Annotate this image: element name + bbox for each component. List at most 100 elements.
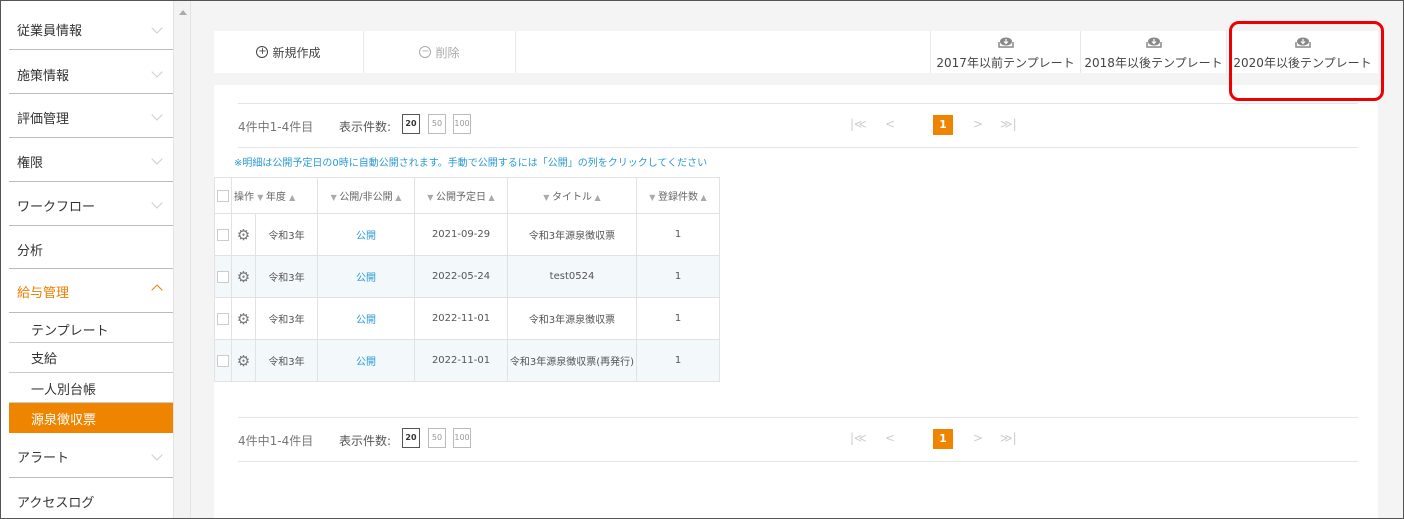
sidebar-subitem-ledger[interactable]: 一人別台帳 xyxy=(9,373,173,403)
template-2017-button[interactable]: 2017年以前テンプレート xyxy=(930,31,1080,73)
header-year[interactable]: 年度 xyxy=(266,192,286,203)
header-publish[interactable]: ▼ 公開/非公開 ▲ xyxy=(317,177,415,214)
page-size-100[interactable]: 100 xyxy=(453,114,471,134)
header-title[interactable]: ▼ タイトル ▲ xyxy=(507,177,637,214)
current-page[interactable]: 1 xyxy=(933,429,953,449)
sidebar-item-label: アクセスログ xyxy=(17,496,95,511)
sidebar-subitem-withholding[interactable]: 源泉徴収票 xyxy=(9,403,173,433)
select-all-checkbox[interactable] xyxy=(217,189,229,202)
sort-desc-icon[interactable]: ▼ xyxy=(257,193,266,202)
toolbar: + 新規作成 − 削除 2017年以前テンプレート 2018年以後テンプレート … xyxy=(214,31,1378,73)
first-page-button[interactable]: |≪ xyxy=(850,117,867,131)
header-op-year[interactable]: 操作 ▼ 年度 ▲ xyxy=(231,177,318,214)
sidebar-subitem-template[interactable]: テンプレート xyxy=(9,313,173,343)
sidebar-item-evaluation[interactable]: 評価管理 xyxy=(9,94,173,138)
sidebar-item-accesslog[interactable]: アクセスログ xyxy=(9,478,173,518)
next-page-button[interactable]: > xyxy=(973,431,983,445)
row-title[interactable]: test0524 xyxy=(507,255,637,298)
row-title[interactable]: 令和3年源泉徴収票 xyxy=(507,213,637,256)
gear-icon[interactable]: ⚙ xyxy=(237,352,250,370)
row-year: 令和3年 xyxy=(255,339,318,382)
sidebar-item-label: 権限 xyxy=(17,156,44,171)
row-count: 1 xyxy=(636,339,720,382)
publish-link[interactable]: 公開 xyxy=(356,357,376,368)
row-op-cell: ⚙ xyxy=(231,297,256,340)
row-checkbox[interactable] xyxy=(217,354,229,367)
sidebar-subitem-label: テンプレート xyxy=(31,324,109,339)
header-count[interactable]: ▼ 登録件数 ▲ xyxy=(636,177,720,214)
current-page[interactable]: 1 xyxy=(933,115,953,135)
row-publish-cell[interactable]: 公開 xyxy=(317,213,415,256)
template-2018-button[interactable]: 2018年以後テンプレート xyxy=(1080,31,1226,73)
page-size-20[interactable]: 20 xyxy=(402,114,420,134)
sort-desc-icon[interactable]: ▼ xyxy=(331,193,340,202)
download-tray-icon xyxy=(1145,37,1162,48)
prev-page-button[interactable]: < xyxy=(885,117,895,131)
pagination-bottom: 4件中1-4件目 表示件数: 20 50 100 |≪ < 1 > ≫| xyxy=(238,417,1358,462)
page-size-100[interactable]: 100 xyxy=(453,428,471,448)
row-count: 1 xyxy=(636,255,720,298)
gear-icon[interactable]: ⚙ xyxy=(237,226,250,244)
sidebar-item-alert[interactable]: アラート xyxy=(9,433,173,478)
prev-page-button[interactable]: < xyxy=(885,431,895,445)
row-publish-cell[interactable]: 公開 xyxy=(317,339,415,382)
publish-link[interactable]: 公開 xyxy=(356,315,376,326)
sidebar-item-permissions[interactable]: 権限 xyxy=(9,138,173,182)
sort-desc-icon[interactable]: ▼ xyxy=(649,193,658,202)
sidebar-item-label: ワークフロー xyxy=(17,200,96,215)
row-select-cell xyxy=(214,213,232,256)
first-page-button[interactable]: |≪ xyxy=(850,431,867,445)
row-op-cell: ⚙ xyxy=(231,213,256,256)
sidebar-item-payroll[interactable]: 給与管理 xyxy=(9,269,173,313)
row-checkbox[interactable] xyxy=(217,228,229,241)
sidebar-item-analysis[interactable]: 分析 xyxy=(9,226,173,269)
header-op: 操作 xyxy=(234,192,254,203)
row-publish-cell[interactable]: 公開 xyxy=(317,297,415,340)
new-button-label: 新規作成 xyxy=(272,45,321,60)
sort-desc-icon[interactable]: ▼ xyxy=(427,193,436,202)
chevron-down-icon xyxy=(151,449,163,461)
sidebar-scrollbar[interactable] xyxy=(173,1,191,518)
next-page-button[interactable]: > xyxy=(973,117,983,131)
sort-asc-icon[interactable]: ▲ xyxy=(393,193,401,202)
row-title[interactable]: 令和3年源泉徴収票 xyxy=(507,297,637,340)
sidebar-item-workflow[interactable]: ワークフロー xyxy=(9,182,173,226)
header-date[interactable]: ▼ 公開予定日 ▲ xyxy=(414,177,508,214)
page-size-20[interactable]: 20 xyxy=(402,428,420,448)
chevron-up-icon xyxy=(151,284,163,296)
new-button[interactable]: + 新規作成 xyxy=(214,31,364,73)
table-row: ⚙ 令和3年 公開 2022-11-01 令和3年源泉徴収票 1 xyxy=(214,297,720,340)
select-all-cell[interactable] xyxy=(214,177,232,214)
last-page-button[interactable]: ≫| xyxy=(1000,431,1017,445)
sidebar-subitem-payment[interactable]: 支給 xyxy=(9,343,173,373)
row-publish-cell[interactable]: 公開 xyxy=(317,255,415,298)
pagination-top: 4件中1-4件目 表示件数: 20 50 100 |≪ < 1 > ≫| xyxy=(238,103,1358,148)
publish-link[interactable]: 公開 xyxy=(356,273,376,284)
scroll-up-icon[interactable] xyxy=(179,10,187,15)
sidebar-subitem-label: 一人別台帳 xyxy=(31,383,97,398)
sort-asc-icon[interactable]: ▲ xyxy=(592,193,601,202)
sidebar-item-label: 評価管理 xyxy=(17,112,70,127)
row-title[interactable]: 令和3年源泉徴収票(再発行) xyxy=(507,339,637,382)
header-date-label: 公開予定日 xyxy=(436,192,486,203)
page-size-50[interactable]: 50 xyxy=(428,114,446,134)
publish-link[interactable]: 公開 xyxy=(356,231,376,242)
row-checkbox[interactable] xyxy=(217,270,229,283)
page-size-50[interactable]: 50 xyxy=(428,428,446,448)
gear-icon[interactable]: ⚙ xyxy=(237,310,250,328)
sort-asc-icon[interactable]: ▲ xyxy=(486,193,495,202)
sort-asc-icon[interactable]: ▲ xyxy=(289,193,295,202)
sort-asc-icon[interactable]: ▲ xyxy=(698,193,707,202)
template-2020-button[interactable]: 2020年以後テンプレート xyxy=(1226,31,1378,73)
last-page-button[interactable]: ≫| xyxy=(1000,117,1017,131)
sort-desc-icon[interactable]: ▼ xyxy=(543,193,552,202)
app-window: 従業員情報 施策情報 評価管理 権限 ワークフロー 分析 給与管理 テンプレート xyxy=(0,0,1404,519)
gear-icon[interactable]: ⚙ xyxy=(237,268,250,286)
header-count-label: 登録件数 xyxy=(658,192,698,203)
row-checkbox[interactable] xyxy=(217,312,229,325)
sidebar-item-employee[interactable]: 従業員情報 xyxy=(9,1,173,50)
sidebar-item-measures[interactable]: 施策情報 xyxy=(9,50,173,94)
delete-button[interactable]: − 削除 xyxy=(364,31,516,73)
row-count: 1 xyxy=(636,297,720,340)
chevron-down-icon xyxy=(151,22,163,34)
